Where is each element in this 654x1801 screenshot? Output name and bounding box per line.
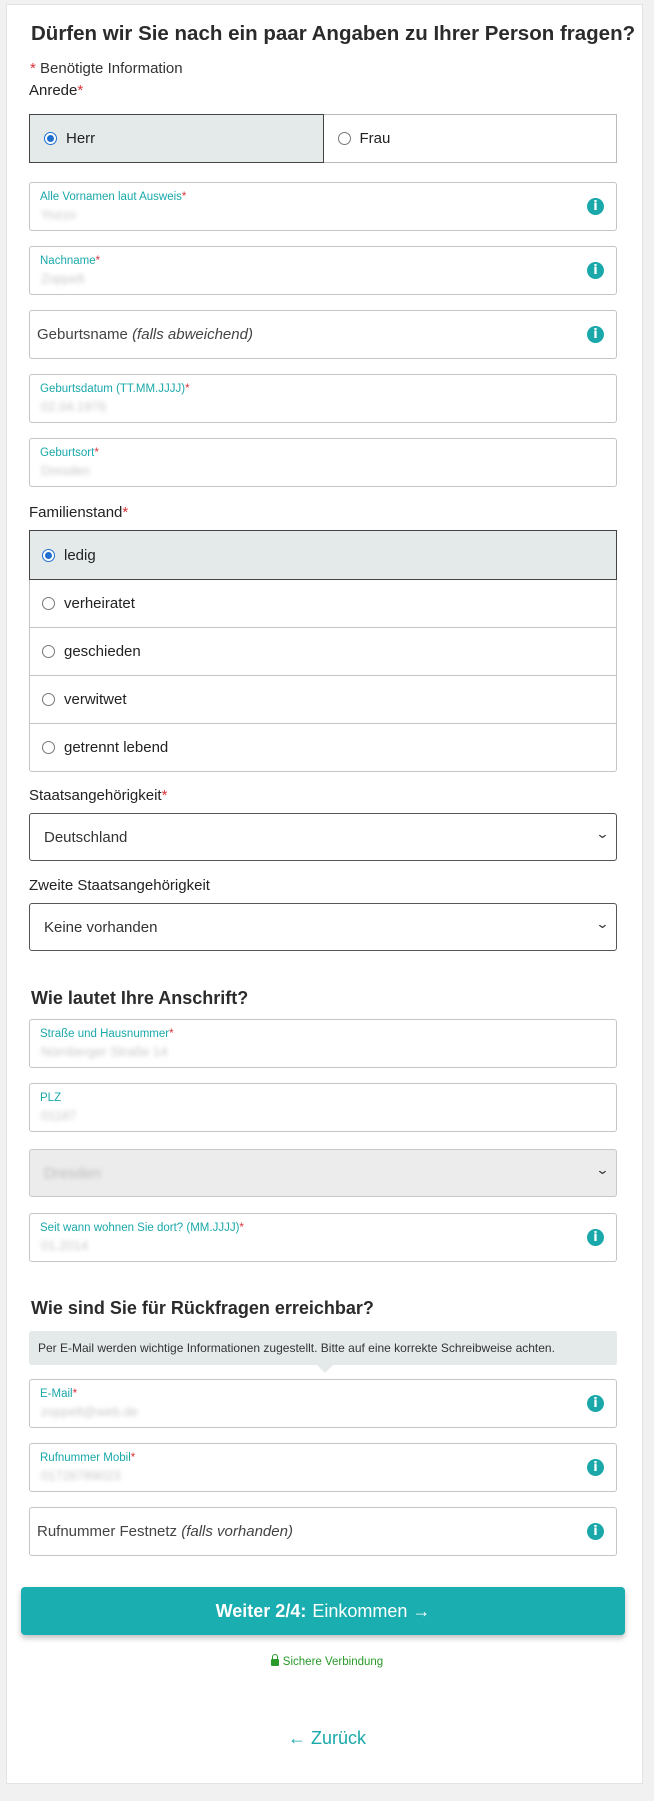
- marital-label: Familienstand*: [29, 504, 129, 521]
- info-icon[interactable]: i: [587, 1459, 604, 1476]
- second-nationality-select[interactable]: Keine vorhanden ⌄: [29, 903, 617, 951]
- page-title: Dürfen wir Sie nach ein paar Angaben zu …: [31, 22, 636, 45]
- back-link[interactable]: ← Zurück: [0, 1728, 654, 1749]
- landline-field[interactable]: Rufnummer Festnetz (falls vorhanden) i: [29, 1507, 617, 1556]
- marital-verwitwet[interactable]: verwitwet: [30, 675, 616, 723]
- salutation-herr[interactable]: Herr: [29, 114, 324, 163]
- next-step-label: Weiter 2/4:: [215, 1600, 307, 1621]
- birth-date-field[interactable]: Geburtsdatum (TT.MM.JJJJ)* 02.04.1976: [29, 374, 617, 423]
- last-name-field[interactable]: Nachname* Zoppelt i: [29, 246, 617, 295]
- contact-title: Wie sind Sie für Rückfragen erreichbar?: [31, 1298, 374, 1318]
- mobile-field[interactable]: Rufnummer Mobil* 01726789023 i: [29, 1443, 617, 1492]
- street-field[interactable]: Straße und Hausnummer* Nürnberger Straße…: [29, 1019, 617, 1068]
- second-nationality-label: Zweite Staatsangehörigkeit: [29, 877, 210, 894]
- next-button[interactable]: Weiter 2/4: Einkommen →: [21, 1587, 625, 1635]
- info-icon[interactable]: i: [587, 262, 604, 279]
- nationality-label: Staatsangehörigkeit*: [29, 787, 168, 804]
- address-title: Wie lautet Ihre Anschrift?: [31, 988, 249, 1008]
- marital-verheiratet[interactable]: verheiratet: [30, 579, 616, 627]
- info-icon[interactable]: i: [587, 198, 604, 215]
- chevron-down-icon: ⌄: [595, 1162, 610, 1177]
- radio-icon: [42, 597, 55, 610]
- info-icon[interactable]: i: [587, 1229, 604, 1246]
- info-icon[interactable]: i: [587, 1523, 604, 1540]
- salutation-group: Herr Frau: [29, 114, 617, 163]
- lock-icon: [270, 1654, 279, 1666]
- info-icon[interactable]: i: [587, 1395, 604, 1412]
- radio-icon: [42, 741, 55, 754]
- city-select[interactable]: Dresden ⌄: [29, 1149, 617, 1197]
- radio-icon: [337, 132, 351, 145]
- info-icon[interactable]: i: [587, 326, 604, 343]
- radio-icon: [42, 645, 55, 658]
- radio-icon: [42, 548, 55, 562]
- salutation-label: Anrede*: [29, 82, 84, 99]
- birth-place-field[interactable]: Geburtsort* Dresden: [29, 438, 617, 487]
- secure-connection: Sichere Verbindung: [0, 1654, 654, 1668]
- salutation-frau[interactable]: Frau: [323, 114, 617, 163]
- chevron-down-icon: ⌄: [595, 826, 610, 841]
- marital-geschieden[interactable]: geschieden: [30, 627, 616, 675]
- nationality-select[interactable]: Deutschland ⌄: [29, 813, 617, 861]
- marital-ledig[interactable]: ledig: [29, 530, 617, 580]
- radio-icon: [44, 132, 57, 145]
- email-field[interactable]: E-Mail* zoppelt@web.de i: [29, 1379, 617, 1428]
- first-names-field[interactable]: Alle Vornamen laut Ausweis* Yozzo i: [29, 182, 617, 231]
- zip-field[interactable]: PLZ 01187: [29, 1083, 617, 1132]
- marital-group: ledig verheiratet geschieden verwitwet g…: [29, 530, 617, 772]
- chevron-down-icon: ⌄: [595, 916, 610, 931]
- required-note: * Benötigte Information: [30, 60, 183, 77]
- next-label: Einkommen →: [312, 1600, 431, 1621]
- radio-icon: [42, 693, 55, 706]
- marital-getrennt[interactable]: getrennt lebend: [30, 723, 616, 771]
- email-hint: Per E-Mail werden wichtige Informationen…: [29, 1331, 617, 1373]
- residence-since-field[interactable]: Seit wann wohnen Sie dort? (MM.JJJJ)* 01…: [29, 1213, 617, 1262]
- birth-name-field[interactable]: Geburtsname (falls abweichend) i: [29, 310, 617, 359]
